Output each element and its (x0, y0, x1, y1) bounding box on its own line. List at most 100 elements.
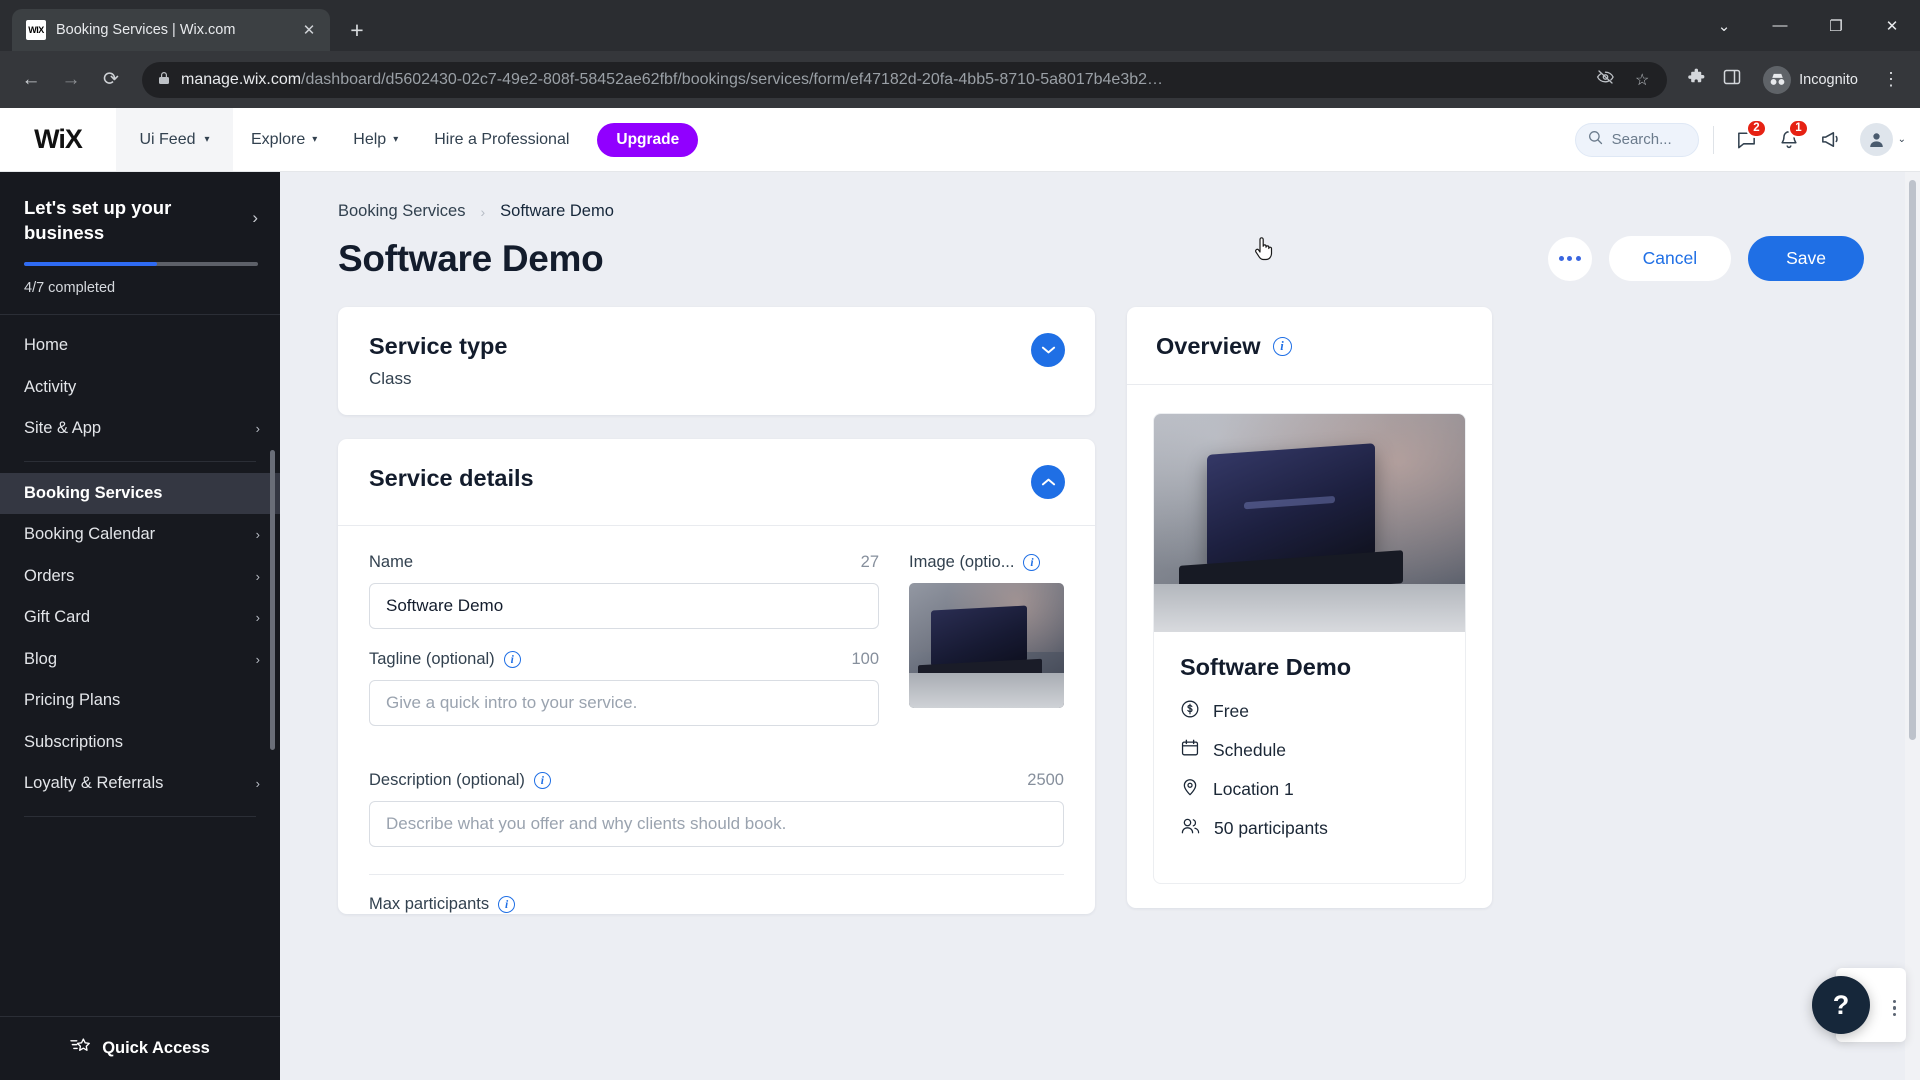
breadcrumb: Booking Services › Software Demo (338, 202, 1864, 221)
search-input[interactable]: Search... (1574, 122, 1699, 157)
top-bar-right: Search... 2 1 ⌄ (1574, 108, 1920, 171)
side-panel-icon[interactable] (1717, 68, 1747, 91)
cancel-button[interactable]: Cancel (1608, 236, 1732, 281)
main-scrollbar-thumb[interactable] (1909, 180, 1916, 740)
reload-icon[interactable]: ⟳ (94, 63, 128, 97)
sidebar-item-booking-services[interactable]: Booking Services (0, 472, 280, 515)
service-type-value: Class (369, 369, 412, 388)
bookmark-star-icon[interactable]: ☆ (1629, 70, 1655, 90)
tab-strip: WIX Booking Services | Wix.com ✕ + ⌄ — ❐… (0, 0, 1920, 51)
incognito-label: Incognito (1799, 71, 1858, 88)
info-icon[interactable]: i (503, 651, 521, 668)
user-avatar (1859, 123, 1893, 156)
window-controls: ⌄ — ❐ ✕ (1696, 0, 1920, 51)
sidebar-scrollbar-thumb[interactable] (270, 450, 275, 751)
service-details-title: Service details (369, 465, 534, 491)
service-image-thumbnail[interactable] (909, 583, 1064, 708)
overview-row-schedule: Schedule (1180, 738, 1439, 763)
window-minimize-all-icon[interactable]: ⌄ (1696, 0, 1752, 51)
info-icon[interactable]: i (498, 896, 516, 913)
chevron-right-icon: › (255, 527, 260, 543)
tab-close-icon[interactable]: ✕ (298, 19, 320, 41)
bell-badge: 1 (1788, 118, 1809, 138)
tagline-field-group: Tagline (optional) i 100 (369, 650, 879, 726)
account-menu[interactable]: ⌄ (1859, 123, 1906, 156)
sidebar-item-booking-calendar[interactable]: Booking Calendar › (0, 514, 280, 556)
description-label: Description (optional) i (369, 771, 551, 790)
name-input[interactable] (369, 583, 879, 629)
tagline-input[interactable] (369, 680, 879, 726)
sidebar-item-label: Booking Calendar (24, 525, 156, 544)
more-options-button[interactable] (1547, 236, 1592, 281)
save-button[interactable]: Save (1748, 236, 1864, 281)
sidebar-item-label: Home (24, 336, 69, 355)
chevron-right-icon: › (255, 568, 260, 584)
sidebar-item-loyalty-and-referrals[interactable]: Loyalty & Referrals › (0, 763, 280, 805)
info-icon[interactable]: i (533, 772, 551, 789)
site-selector-label: Ui Feed (139, 130, 196, 148)
sidebar-item-activity[interactable]: Activity (0, 367, 280, 409)
bell-icon[interactable]: 1 (1770, 118, 1809, 159)
service-type-expand-button[interactable] (1031, 333, 1065, 367)
browser-tab[interactable]: WIX Booking Services | Wix.com ✕ (12, 9, 330, 51)
max-participants-label-text: Max participants (369, 895, 490, 913)
browser-menu-icon[interactable]: ⋮ (1876, 69, 1906, 90)
star-lines-icon (70, 1037, 91, 1061)
sidebar-item-gift-card[interactable]: Gift Card › (0, 597, 280, 639)
window-minimize-icon[interactable]: — (1752, 0, 1808, 51)
nav-item-hire-a-professional[interactable]: Hire a Professional (416, 108, 587, 171)
nav-item-explore[interactable]: Explore ▾ (233, 108, 335, 171)
megaphone-icon[interactable] (1812, 121, 1850, 159)
help-menu-dots-icon[interactable] (1892, 999, 1896, 1016)
chevron-right-icon[interactable]: › (252, 196, 258, 228)
chevron-down-icon: ▾ (312, 134, 318, 145)
sidebar-item-label: Pricing Plans (24, 691, 121, 710)
quick-access-label: Quick Access (102, 1039, 210, 1057)
url-text: manage.wix.com/dashboard/d5602430-02c7-4… (181, 71, 1581, 89)
setup-status: 4/7 completed (24, 280, 116, 297)
chevron-right-icon: › (255, 610, 260, 626)
chevron-right-icon: › (255, 776, 260, 792)
sidebar-item-site-and-app[interactable]: Site & App › (0, 408, 280, 450)
dot (1558, 256, 1564, 261)
upgrade-button[interactable]: Upgrade (597, 122, 699, 157)
wix-logo[interactable]: WiX (0, 108, 116, 171)
sidebar-item-subscriptions[interactable]: Subscriptions (0, 722, 280, 764)
incognito-profile-button[interactable]: Incognito (1757, 62, 1870, 98)
breadcrumb-parent-link[interactable]: Booking Services (338, 202, 465, 221)
sidebar-item-pricing-plans[interactable]: Pricing Plans (0, 680, 280, 722)
nav-item-help[interactable]: Help ▾ (335, 108, 416, 171)
window-close-icon[interactable]: ✕ (1864, 0, 1920, 51)
info-icon[interactable]: i (1272, 337, 1292, 356)
name-label: Name (369, 553, 414, 571)
chevron-down-icon: ▾ (204, 134, 210, 145)
tagline-label: Tagline (optional) i (369, 650, 521, 669)
description-char-counter: 2500 (1027, 771, 1064, 789)
forward-icon[interactable]: → (54, 63, 88, 97)
help-button[interactable]: ? (1812, 976, 1870, 1034)
chevron-down-icon: ▾ (393, 134, 399, 145)
chevron-down-icon: ⌄ (1897, 134, 1906, 145)
setup-business-card[interactable]: Let's set up your business › 4/7 complet… (0, 172, 280, 314)
overview-laptop-screen (1206, 443, 1375, 569)
service-details-collapse-button[interactable] (1031, 465, 1065, 499)
sidebar-item-blog[interactable]: Blog › (0, 639, 280, 681)
page-title: Software Demo (338, 237, 604, 279)
chat-icon[interactable]: 2 (1728, 118, 1767, 159)
description-field-group: Description (optional) i 2500 Max partic… (338, 771, 1095, 914)
sidebar-item-label: Booking Services (24, 483, 163, 502)
form-fields: Name 27 Tagli (369, 553, 879, 747)
info-icon[interactable]: i (1023, 554, 1041, 571)
sidebar-item-orders[interactable]: Orders › (0, 556, 280, 598)
sidebar-item-home[interactable]: Home (0, 325, 280, 367)
quick-access-button[interactable]: Quick Access (0, 1016, 280, 1080)
new-tab-icon[interactable]: + (340, 13, 374, 47)
back-icon[interactable]: ← (14, 63, 48, 97)
no-eye-icon[interactable] (1592, 69, 1618, 90)
tagline-char-counter: 100 (851, 650, 879, 668)
address-bar[interactable]: manage.wix.com/dashboard/d5602430-02c7-4… (142, 61, 1668, 98)
extensions-puzzle-icon[interactable] (1681, 68, 1711, 92)
description-input[interactable] (369, 801, 1064, 847)
site-selector[interactable]: Ui Feed ▾ (116, 108, 233, 171)
window-maximize-icon[interactable]: ❐ (1808, 0, 1864, 51)
